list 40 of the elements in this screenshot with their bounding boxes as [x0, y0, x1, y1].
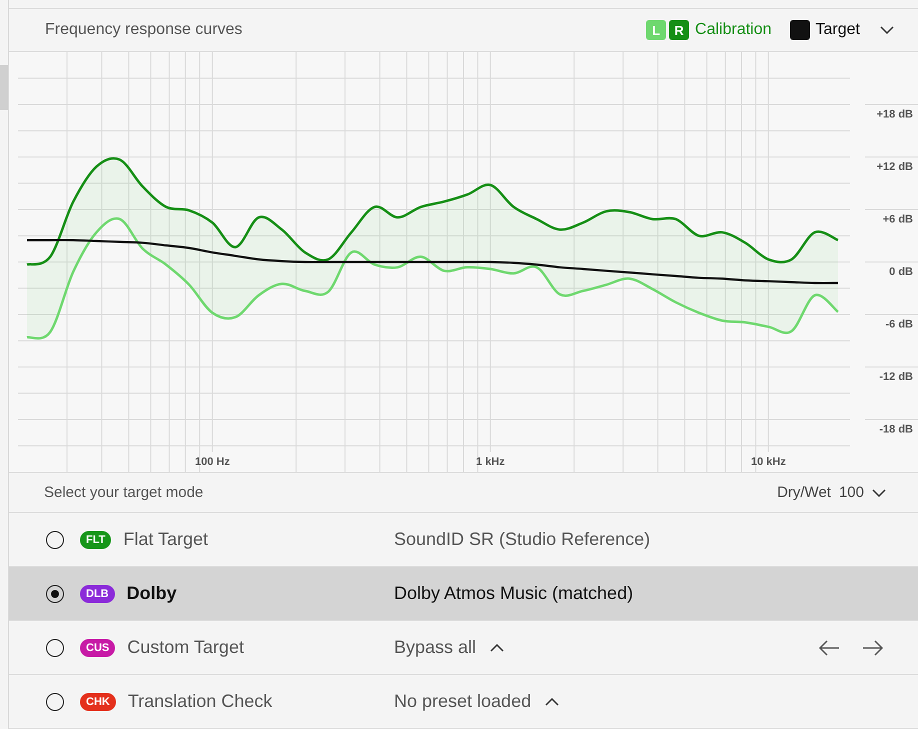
channel-badge[interactable]: R: [669, 20, 690, 40]
scrollbar-thumb[interactable]: [0, 65, 8, 110]
mode-name: Translation Check: [128, 691, 272, 712]
frequency-label: 10 kHz: [750, 456, 786, 468]
gain-label: 0 dB: [889, 266, 913, 278]
frequency-label: 1 kHz: [476, 456, 505, 468]
gain-label: -6 dB: [886, 318, 913, 331]
chevron-down-icon[interactable]: [872, 488, 886, 497]
gain-label: -12 dB: [879, 371, 913, 384]
mode-badge: DLB: [80, 584, 115, 602]
section-prompt: Select your target mode: [44, 484, 204, 502]
chevron-up-icon[interactable]: [490, 644, 504, 652]
preset-name: Bypass all: [394, 637, 476, 658]
panel-title: Frequency response curves: [45, 21, 244, 40]
dry-wet-label: Dry/Wet: [777, 484, 831, 502]
gain-label: -18 dB: [879, 424, 913, 436]
preset-name: SoundID SR (Studio Reference): [394, 529, 650, 550]
mode-name: Dolby: [126, 583, 177, 604]
chevron-up-icon[interactable]: [545, 698, 560, 706]
mode-badge: CHK: [80, 692, 116, 710]
radio-button[interactable]: [46, 530, 64, 548]
gain-label: +18 dB: [876, 108, 913, 121]
mode-name: Custom Target: [127, 637, 244, 658]
mode-badge: FLT: [80, 530, 112, 548]
preset-name: Dolby Atmos Music (matched): [394, 583, 634, 604]
legend-label: Target: [816, 21, 860, 40]
gain-label: +6 dB: [882, 214, 913, 226]
chevron-down-icon[interactable]: [880, 26, 894, 34]
arrow-right-icon[interactable]: [862, 640, 884, 656]
gain-label: +12 dB: [876, 161, 913, 174]
arrow-left-icon[interactable]: [818, 640, 840, 656]
frequency-label: 100 Hz: [194, 456, 230, 468]
mode-badge: CUS: [80, 638, 116, 656]
dry-wet-dropdown[interactable]: 100: [838, 484, 886, 502]
radio-button[interactable]: [46, 692, 64, 710]
preset-name: No preset loaded: [394, 691, 532, 712]
radio-button[interactable]: [46, 584, 64, 602]
radio-button[interactable]: [46, 638, 64, 656]
legend-label: Calibration: [695, 21, 772, 40]
mode-name: Flat Target: [123, 529, 208, 550]
